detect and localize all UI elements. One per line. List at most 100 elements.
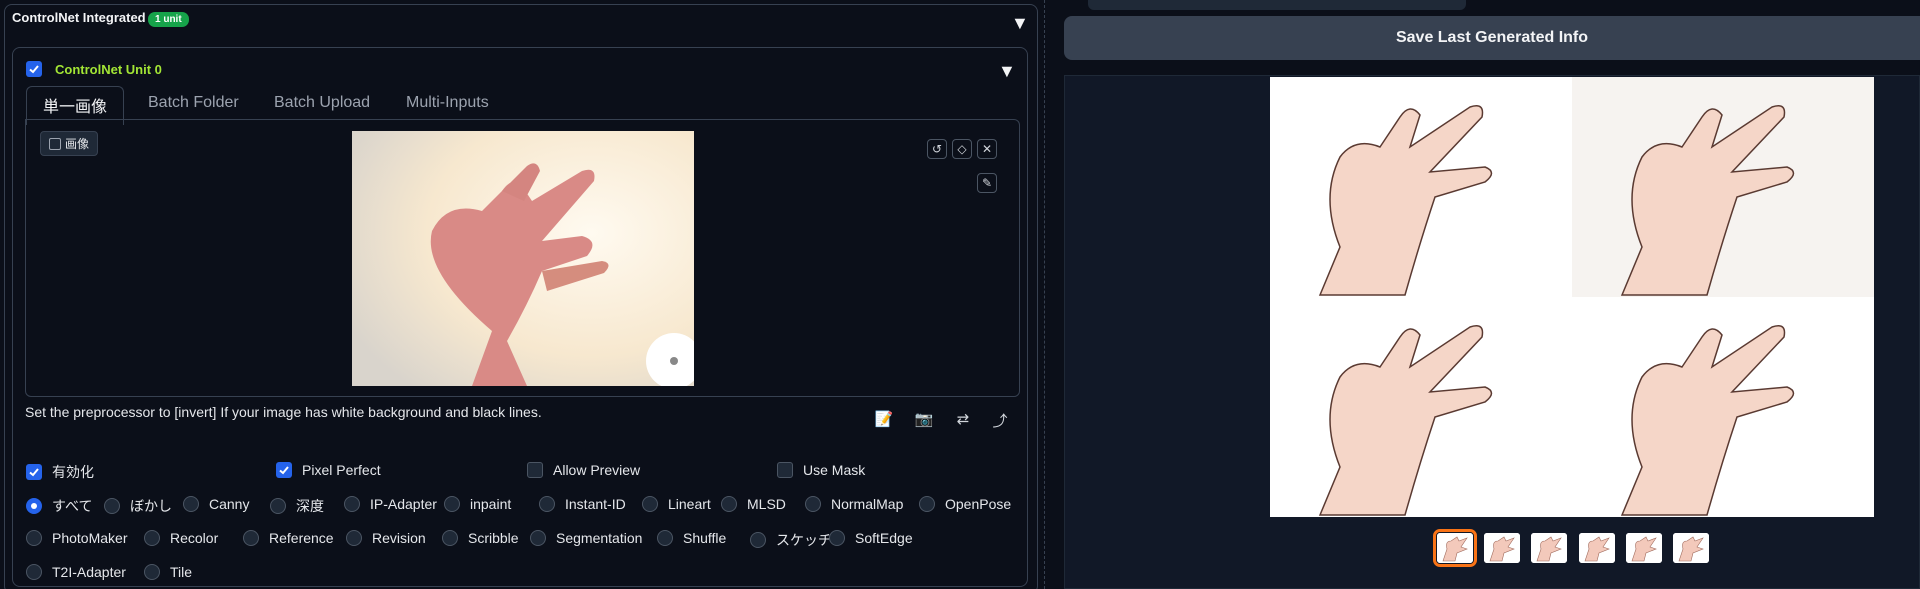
pixel-perfect-checkbox[interactable]: [276, 462, 292, 478]
control-type-radio[interactable]: [270, 498, 286, 514]
gallery-thumbnail[interactable]: [1673, 533, 1709, 563]
control-type-radio[interactable]: [144, 564, 160, 580]
control-type-radio[interactable]: [530, 530, 546, 546]
control-type-option[interactable]: IP-Adapter: [344, 496, 437, 512]
control-type-option[interactable]: Reference: [243, 530, 334, 546]
control-type-option[interactable]: PhotoMaker: [26, 530, 127, 546]
unit-title[interactable]: ControlNet Unit 0: [55, 62, 162, 77]
control-type-option[interactable]: OpenPose: [919, 496, 1011, 512]
tab-batch-folder[interactable]: Batch Folder: [148, 94, 239, 112]
control-type-option[interactable]: すべて: [26, 496, 92, 516]
control-type-radio[interactable]: [344, 496, 360, 512]
control-type-radio[interactable]: [642, 496, 658, 512]
control-type-option[interactable]: Shuffle: [657, 530, 726, 546]
control-type-radio[interactable]: [919, 496, 935, 512]
allow-preview-checkbox[interactable]: [527, 462, 543, 478]
control-type-radio[interactable]: [104, 498, 120, 514]
uploaded-hand-photo[interactable]: [352, 131, 694, 386]
eraser-icon[interactable]: ◇: [952, 139, 972, 159]
control-type-option[interactable]: 深度: [270, 496, 324, 516]
control-type-option[interactable]: Recolor: [144, 530, 218, 546]
use-mask-checkbox[interactable]: [777, 462, 793, 478]
control-type-option[interactable]: Scribble: [442, 530, 519, 546]
notepad-icon[interactable]: 📝: [874, 410, 894, 430]
save-last-generated-info-button[interactable]: Save Last Generated Info: [1064, 16, 1920, 60]
control-type-label: T2I-Adapter: [52, 564, 126, 580]
control-type-label: すべて: [52, 498, 93, 514]
unit-collapse-triangle-icon[interactable]: ▼: [998, 62, 1016, 80]
control-type-option[interactable]: ぼかし: [104, 496, 172, 516]
control-type-label: SoftEdge: [855, 530, 913, 546]
camera-icon[interactable]: 📷: [914, 410, 934, 430]
send-arrow-icon[interactable]: ⤴: [990, 410, 1010, 430]
gallery-thumbnail[interactable]: [1626, 533, 1662, 563]
control-type-option[interactable]: inpaint: [444, 496, 511, 512]
control-type-radio[interactable]: [805, 496, 821, 512]
control-type-option[interactable]: T2I-Adapter: [26, 564, 126, 580]
enable-checkbox-option[interactable]: 有効化: [26, 462, 94, 482]
control-type-option[interactable]: NormalMap: [805, 496, 903, 512]
control-type-label: Shuffle: [683, 530, 727, 546]
control-type-label: スケッチ: [776, 532, 832, 548]
control-type-option[interactable]: Instant-ID: [539, 496, 626, 512]
gallery-thumbnail[interactable]: [1433, 529, 1477, 567]
gallery-thumbnail[interactable]: [1531, 533, 1567, 563]
close-icon[interactable]: ✕: [977, 139, 997, 159]
control-type-option[interactable]: Segmentation: [530, 530, 642, 546]
tab-multi-inputs[interactable]: Multi-Inputs: [406, 94, 489, 112]
pixel-perfect-option[interactable]: Pixel Perfect: [276, 462, 381, 478]
swap-icon[interactable]: ⇄: [953, 410, 973, 430]
control-type-option[interactable]: Revision: [346, 530, 426, 546]
control-type-label: inpaint: [470, 496, 512, 512]
control-type-radio[interactable]: [442, 530, 458, 546]
control-type-label: ぼかし: [130, 498, 172, 514]
control-type-radio[interactable]: [444, 496, 460, 512]
control-type-label: Segmentation: [556, 530, 643, 546]
control-type-option[interactable]: Tile: [144, 564, 192, 580]
control-type-option[interactable]: Canny: [183, 496, 249, 512]
control-type-label: 深度: [296, 498, 324, 514]
control-type-label: Lineart: [668, 496, 711, 512]
collapse-triangle-icon[interactable]: ▼: [1011, 14, 1029, 32]
enable-checkbox[interactable]: [26, 464, 42, 480]
control-type-radio[interactable]: [26, 530, 42, 546]
gallery-thumbnail[interactable]: [1579, 533, 1615, 563]
top-strip: [1088, 0, 1466, 10]
control-type-radio[interactable]: [721, 496, 737, 512]
control-type-label: Canny: [209, 496, 250, 512]
undo-icon[interactable]: ↺: [927, 139, 947, 159]
control-type-radio[interactable]: [829, 530, 845, 546]
control-type-label: Revision: [372, 530, 426, 546]
control-type-radio[interactable]: [183, 496, 199, 512]
thumbnail-image: [1484, 533, 1520, 563]
control-type-radio[interactable]: [26, 564, 42, 580]
control-type-radio[interactable]: [26, 498, 42, 514]
control-type-radio[interactable]: [750, 532, 766, 548]
control-type-radio[interactable]: [539, 496, 555, 512]
accordion-title[interactable]: ControlNet Integrated: [12, 10, 146, 25]
control-type-radio[interactable]: [243, 530, 259, 546]
brush-icon[interactable]: ✎: [977, 173, 997, 193]
tab-batch-upload[interactable]: Batch Upload: [274, 94, 370, 112]
unit-enable-checkbox[interactable]: [26, 61, 42, 77]
panel-divider: [1044, 0, 1045, 589]
generated-image-grid[interactable]: [1270, 77, 1874, 517]
control-type-radio[interactable]: [657, 530, 673, 546]
allow-preview-option[interactable]: Allow Preview: [527, 462, 640, 478]
control-type-label: Instant-ID: [565, 496, 626, 512]
control-type-radio[interactable]: [346, 530, 362, 546]
control-type-radio[interactable]: [144, 530, 160, 546]
gallery-thumbnail[interactable]: [1484, 533, 1520, 563]
control-type-option[interactable]: MLSD: [721, 496, 786, 512]
thumbnail-image: [1579, 533, 1615, 563]
control-type-option[interactable]: Lineart: [642, 496, 711, 512]
hand-photo-image: [352, 131, 694, 386]
control-type-option[interactable]: スケッチ: [750, 530, 832, 550]
control-type-option[interactable]: SoftEdge: [829, 530, 913, 546]
thumbnail-image: [1626, 533, 1662, 563]
use-mask-option[interactable]: Use Mask: [777, 462, 865, 478]
thumbnail-image: [1531, 533, 1567, 563]
allow-preview-label: Allow Preview: [553, 462, 641, 478]
check-icon: [29, 65, 39, 74]
enable-label: 有効化: [52, 464, 94, 480]
